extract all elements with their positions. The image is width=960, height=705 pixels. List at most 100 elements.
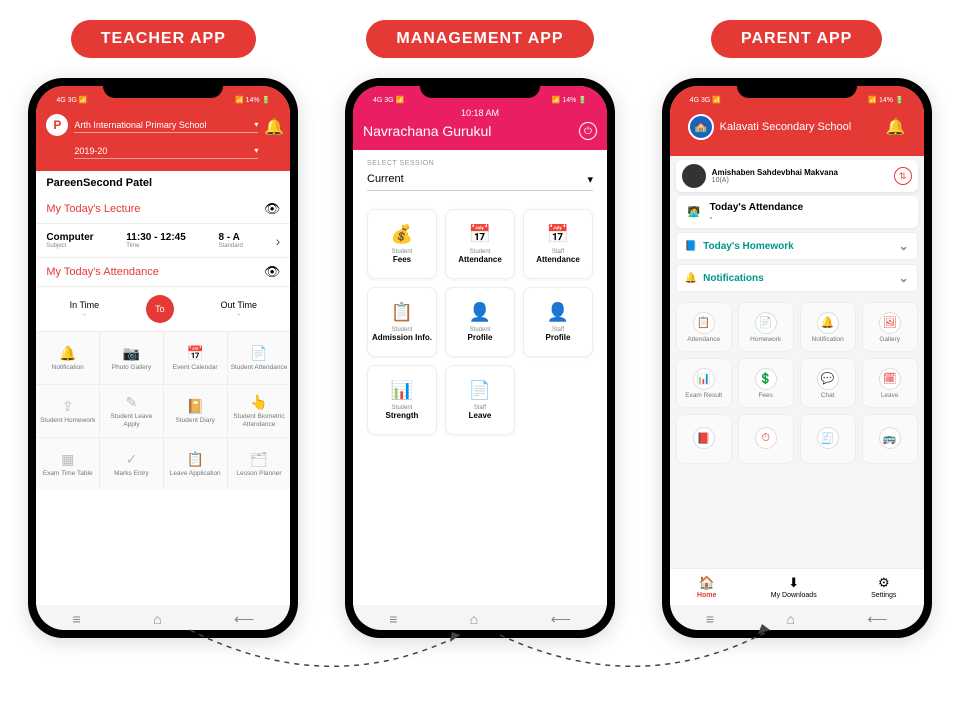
nav-settings[interactable]: ⚙Settings [871, 575, 896, 599]
pgrid-cell[interactable]: 🗓Leave [862, 358, 918, 408]
fees-icon: 💲 [755, 368, 777, 390]
bell-icon[interactable]: 🔔 [264, 117, 280, 133]
back-icon[interactable]: ⟵ [234, 611, 254, 628]
money-icon: 💰 [391, 224, 413, 245]
status-right: 📶 14% 🔋 [868, 96, 903, 104]
back-icon[interactable]: ⟵ [867, 611, 887, 628]
nav-home[interactable]: 🏠Home [697, 575, 716, 599]
to-button[interactable]: To [146, 295, 174, 323]
home-icon[interactable]: ⌂ [153, 611, 161, 628]
calendar-icon: 📅 [547, 224, 569, 245]
pgrid-cell[interactable]: 📋Attendance [676, 302, 732, 352]
menu-icon[interactable]: ≡ [389, 611, 397, 628]
chevron-down-icon: ▾ [254, 146, 258, 156]
chart-icon: 📊 [391, 380, 413, 401]
system-nav: ≡ ⌂ ⟵ [36, 605, 290, 630]
calendar-icon: 📅 [186, 345, 203, 362]
chevron-down-icon: ▾ [254, 120, 258, 130]
chevron-down-icon: ⌄ [899, 239, 909, 253]
pgrid-cell[interactable]: 💲Fees [738, 358, 794, 408]
teacher-avatar[interactable]: P [46, 114, 68, 136]
grid-cell[interactable]: ⇪Student Homework [36, 385, 99, 437]
bell-icon: 🔔 [59, 345, 76, 362]
home-icon[interactable]: ⌂ [470, 611, 478, 628]
home-icon: 🏠 [699, 575, 715, 591]
lecture-row[interactable]: ComputerSubject 11:30 - 12:45Time 8 - AS… [36, 224, 290, 258]
clipboard-icon: 📋 [391, 302, 413, 323]
grid-cell[interactable]: 📔Student Diary [164, 385, 227, 437]
menu-icon[interactable]: ≡ [706, 611, 714, 628]
grid-cell[interactable]: ✓Marks Entry [100, 438, 163, 490]
camera-icon: 📷 [123, 345, 140, 362]
parent-pill: PARENT APP [711, 20, 882, 58]
swap-icon[interactable]: ⇅ [894, 167, 912, 185]
parent-grid: 📋Attendance 📄Homework 🔔Notification 🖼Gal… [670, 296, 924, 470]
mgmt-card-leave[interactable]: 📄StaffLeave [445, 365, 515, 435]
pgrid-cell[interactable]: 📊Exam Result [676, 358, 732, 408]
grid-cell[interactable]: 📄Student Attendance [228, 332, 291, 384]
school-logo: 🏫 [688, 114, 714, 140]
document-icon: 📄 [469, 380, 491, 401]
pgrid-cell[interactable]: 📕 [676, 414, 732, 464]
out-time: Out Time- [220, 300, 257, 319]
grid-cell[interactable]: 📷Photo Gallery [100, 332, 163, 384]
mgmt-card-strength[interactable]: 📊StudentStrength [367, 365, 437, 435]
pgrid-cell[interactable]: 🔔Notification [800, 302, 856, 352]
in-time: In Time- [70, 300, 100, 319]
eye-icon[interactable]: 👁 [264, 264, 281, 280]
upload-icon: ⇪ [62, 398, 74, 415]
today-attendance-card[interactable]: 🧑‍💻 Today's Attendance - [676, 196, 918, 228]
mgmt-card-student-attendance[interactable]: 📅StudentAttendance [445, 209, 515, 279]
eye-icon[interactable]: 👁 [264, 201, 281, 217]
parent-school-title: Kalavati Secondary School [720, 121, 880, 133]
status-right: 📶 14% 🔋 [552, 96, 587, 104]
mgmt-card-student-profile[interactable]: 👤StudentProfile [445, 287, 515, 357]
school-dropdown[interactable]: Arth International Primary School▾ [74, 118, 258, 133]
menu-icon[interactable]: ≡ [73, 611, 81, 628]
mgmt-card-staff-profile[interactable]: 👤StaffProfile [523, 287, 593, 357]
grid-cell[interactable]: ✎Student Leave Apply [100, 385, 163, 437]
grid-cell[interactable]: 👆Student Biometric Attendance [228, 385, 291, 437]
download-icon: ⬇ [788, 575, 799, 591]
power-icon[interactable]: ⏻ [579, 122, 597, 140]
status-left: 4G 3G 📶 [373, 96, 404, 104]
student-bar[interactable]: Amishaben Sahdevbhai Makvana 10(A) ⇅ [676, 160, 918, 192]
mgmt-card-staff-attendance[interactable]: 📅StaffAttendance [523, 209, 593, 279]
mgmt-card-admission[interactable]: 📋StudentAdmission Info. [367, 287, 437, 357]
pgrid-cell[interactable]: 💬Chat [800, 358, 856, 408]
session-dropdown[interactable]: Current▾ [367, 169, 593, 191]
module-icon: 🧾 [817, 427, 839, 449]
pgrid-cell[interactable]: 🧾 [800, 414, 856, 464]
pgrid-cell[interactable]: 📄Homework [738, 302, 794, 352]
pgrid-cell[interactable]: 🖼Gallery [862, 302, 918, 352]
pgrid-cell[interactable]: ⏱ [738, 414, 794, 464]
person-icon: 👤 [547, 302, 569, 323]
grid-cell[interactable]: 📋Leave Application [164, 438, 227, 490]
back-icon[interactable]: ⟵ [551, 611, 571, 628]
status-left: 4G 3G 📶 [56, 96, 87, 104]
homework-icon: 📘 [685, 241, 697, 252]
grid-cell[interactable]: 🔔Notification [36, 332, 99, 384]
book-icon: 📔 [186, 398, 203, 415]
system-nav: ≡ ⌂ ⟵ [353, 605, 607, 630]
document-icon: 📄 [250, 345, 267, 362]
chevron-right-icon: › [276, 233, 281, 249]
module-icon: 📕 [693, 427, 715, 449]
teacher-grid: 🔔Notification 📷Photo Gallery 📅Event Cale… [36, 331, 290, 490]
edit-icon: ✎ [126, 394, 138, 411]
pgrid-cell[interactable]: 🚌 [862, 414, 918, 464]
gear-icon: ⚙ [878, 575, 890, 591]
today-homework-row[interactable]: 📘 Today's Homework ⌄ [676, 232, 918, 260]
planner-icon: 🗂 [250, 451, 268, 468]
chevron-down-icon: ⌄ [899, 271, 909, 285]
mgmt-card-fees[interactable]: 💰StudentFees [367, 209, 437, 279]
grid-cell[interactable]: 📅Event Calendar [164, 332, 227, 384]
leave-icon: 📋 [186, 451, 203, 468]
notifications-row[interactable]: 🔔 Notifications ⌄ [676, 264, 918, 292]
nav-downloads[interactable]: ⬇My Downloads [771, 575, 817, 599]
grid-cell[interactable]: 🗂Lesson Planner [228, 438, 291, 490]
bell-icon[interactable]: 🔔 [886, 117, 906, 137]
home-icon[interactable]: ⌂ [786, 611, 794, 628]
grid-cell[interactable]: ▦Exam Time Table [36, 438, 99, 490]
year-dropdown[interactable]: 2019-20▾ [74, 144, 258, 159]
